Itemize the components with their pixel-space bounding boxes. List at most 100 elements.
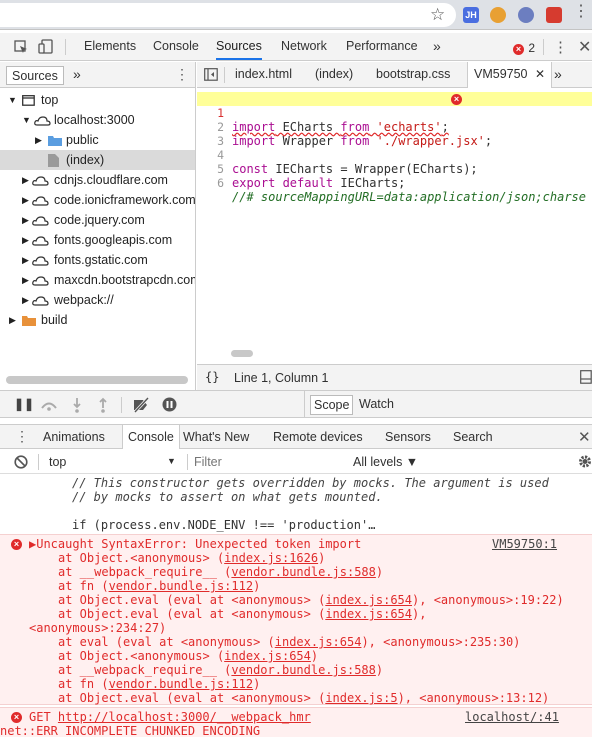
code-line-3[interactable]: 3 <box>197 120 592 148</box>
stack-link[interactable]: index.js:654 <box>224 649 311 663</box>
stack-frame: at fn (vendor.bundle.js:112) <box>58 677 261 691</box>
stack-frame: at Object.eval (eval at <anonymous> (ind… <box>58 607 427 621</box>
navigator-tab-sources[interactable]: Sources <box>6 66 64 85</box>
pause-on-exceptions-icon[interactable] <box>162 397 177 412</box>
console-filter-input[interactable] <box>194 452 344 472</box>
close-drawer-icon[interactable]: ✕ <box>578 428 591 446</box>
tab-elements[interactable]: Elements <box>84 33 136 60</box>
drawer-tab-console[interactable]: Console <box>122 425 180 449</box>
tab-scope[interactable]: Scope <box>310 395 354 415</box>
pause-icon[interactable]: ❚❚ <box>14 397 34 411</box>
error-icon: × <box>513 44 524 55</box>
tree-item-localhost[interactable]: ▼ localhost:3000 <box>0 110 195 130</box>
tree-item-public[interactable]: ▶ public <box>0 130 195 150</box>
stack-link[interactable]: vendor.bundle.js:112 <box>109 579 254 593</box>
cloud-icon <box>32 196 49 206</box>
more-tabs-icon[interactable]: » <box>433 33 441 60</box>
tree-item-index[interactable]: (index) <box>0 150 195 170</box>
tree-item-build[interactable]: ▶ build <box>0 310 195 330</box>
editor-tab-bootstrap-css[interactable]: bootstrap.css <box>376 62 450 87</box>
code-editor[interactable]: 1 import ECharts from 'echarts'; × 2 imp… <box>197 88 592 364</box>
console-settings-gear-icon[interactable] <box>578 454 592 469</box>
console-code-line: // This constructor gets overridden by m… <box>72 476 549 490</box>
network-error-url[interactable]: http://localhost:3000/__webpack_hmr <box>58 710 311 724</box>
address-bar[interactable] <box>0 3 456 27</box>
close-devtools-icon[interactable]: ✕ <box>578 37 591 57</box>
error-source-link[interactable]: VM59750:1 <box>492 538 562 551</box>
tree-item-top[interactable]: ▼ top <box>0 90 195 110</box>
step-over-icon[interactable] <box>40 399 58 411</box>
tree-item-cdnjs[interactable]: ▶ cdnjs.cloudflare.com <box>0 170 195 190</box>
tab-watch[interactable]: Watch <box>359 397 394 411</box>
stack-link[interactable]: index.js:654 <box>275 635 362 649</box>
navigator-header: Sources » ⋮ <box>0 62 196 88</box>
stack-link[interactable]: vendor.bundle.js:588 <box>231 663 376 677</box>
code-line-2[interactable]: 2 import Wrapper from './wrapper.jsx'; <box>197 106 592 148</box>
editor-tab-index[interactable]: (index) <box>315 62 353 87</box>
editor-tab-vm59750[interactable]: VM59750 ✕ <box>467 62 553 88</box>
horizontal-scrollbar[interactable] <box>6 376 188 384</box>
tree-item-ionic[interactable]: ▶ code.ionicframework.com <box>0 190 195 210</box>
drawer-tab-sensors[interactable]: Sensors <box>385 425 431 449</box>
stack-link[interactable]: index.js:654 <box>325 593 412 607</box>
device-toolbar-icon[interactable] <box>38 39 54 55</box>
tab-console[interactable]: Console <box>153 33 199 60</box>
extension-blue-icon[interactable] <box>518 7 534 23</box>
context-selector[interactable]: top <box>49 455 66 469</box>
navigator-more-icon[interactable]: » <box>73 66 81 82</box>
bookmark-star-icon[interactable]: ☆ <box>430 5 445 25</box>
clear-console-icon[interactable] <box>14 455 28 469</box>
folder-icon <box>22 316 36 326</box>
console-toolbar: top ▼ All levels ▼ <box>0 450 592 474</box>
pretty-print-button[interactable]: {} <box>205 370 219 384</box>
step-out-icon[interactable] <box>98 397 108 413</box>
extension-jh-icon[interactable]: JH <box>463 7 479 23</box>
tree-item-googleapis[interactable]: ▶ fonts.googleapis.com <box>0 230 195 250</box>
tree-item-jquery[interactable]: ▶ code.jquery.com <box>0 210 195 230</box>
stack-link[interactable]: vendor.bundle.js:588 <box>231 565 376 579</box>
code-line-5[interactable]: 5 export default IECharts; <box>197 148 592 190</box>
drawer-tab-animations[interactable]: Animations <box>43 425 105 449</box>
editor-tab-index-html[interactable]: index.html <box>235 62 292 87</box>
log-levels-dropdown[interactable]: All levels ▼ <box>353 455 418 469</box>
stack-link[interactable]: index.js:5 <box>325 691 397 705</box>
stack-link[interactable]: index.js:1626 <box>224 551 318 565</box>
drawer-tab-whats-new[interactable]: What's New <box>183 425 249 449</box>
tree-item-webpack[interactable]: ▶ webpack:// <box>0 290 195 310</box>
console-error-message: × ▶Uncaught SyntaxError: Unexpected toke… <box>0 534 592 705</box>
collapsed-arrow-icon: ▶ <box>9 315 16 325</box>
deactivate-breakpoints-icon[interactable] <box>132 397 150 413</box>
navigator-menu-icon[interactable]: ⋮ <box>175 66 189 83</box>
toggle-debugger-icon[interactable] <box>580 370 592 384</box>
collapsed-arrow-icon: ▶ <box>22 195 29 205</box>
tree-item-gstatic[interactable]: ▶ fonts.gstatic.com <box>0 250 195 270</box>
tree-item-maxcdn[interactable]: ▶ maxcdn.bootstrapcdn.com <box>0 270 195 290</box>
drawer-tab-search[interactable]: Search <box>453 425 493 449</box>
extension-red-icon[interactable] <box>546 7 562 23</box>
code-line-6[interactable]: 6 //# sourceMappingURL=data:application/… <box>197 162 592 204</box>
drawer-menu-icon[interactable]: ⋮ <box>15 428 29 445</box>
drawer-tab-remote-devices[interactable]: Remote devices <box>273 425 363 449</box>
error-marker-icon[interactable]: × <box>451 94 462 105</box>
console-code-line: // by mocks to assert on what gets mount… <box>72 490 383 504</box>
inspect-element-icon[interactable] <box>14 40 28 54</box>
tab-performance[interactable]: Performance <box>346 33 418 60</box>
code-line-4[interactable]: 4 const IECharts = Wrapper(ECharts); <box>197 134 592 176</box>
step-into-icon[interactable] <box>72 397 82 413</box>
stack-link[interactable]: vendor.bundle.js:112 <box>109 677 254 691</box>
error-count-badge[interactable]: × 2 <box>513 41 535 55</box>
more-vertical-icon[interactable]: ⋮ <box>573 4 589 20</box>
collapsed-arrow-icon: ▶ <box>22 255 29 265</box>
network-error-source-link[interactable]: localhost/:41 <box>465 711 565 724</box>
tab-network[interactable]: Network <box>281 33 327 60</box>
toggle-navigator-icon[interactable] <box>204 68 218 81</box>
editor-horizontal-scrollbar[interactable] <box>231 350 253 357</box>
close-tab-icon[interactable]: ✕ <box>535 67 545 81</box>
editor-more-tabs-icon[interactable]: » <box>554 62 562 87</box>
devtools-menu-icon[interactable]: ⋮ <box>553 38 568 56</box>
extension-orange-icon[interactable] <box>490 7 506 23</box>
code-line-1[interactable]: 1 import ECharts from 'echarts'; × <box>197 92 592 134</box>
context-dropdown-icon[interactable]: ▼ <box>167 456 176 466</box>
tab-sources[interactable]: Sources <box>216 33 262 60</box>
stack-link[interactable]: index.js:654 <box>325 607 412 621</box>
